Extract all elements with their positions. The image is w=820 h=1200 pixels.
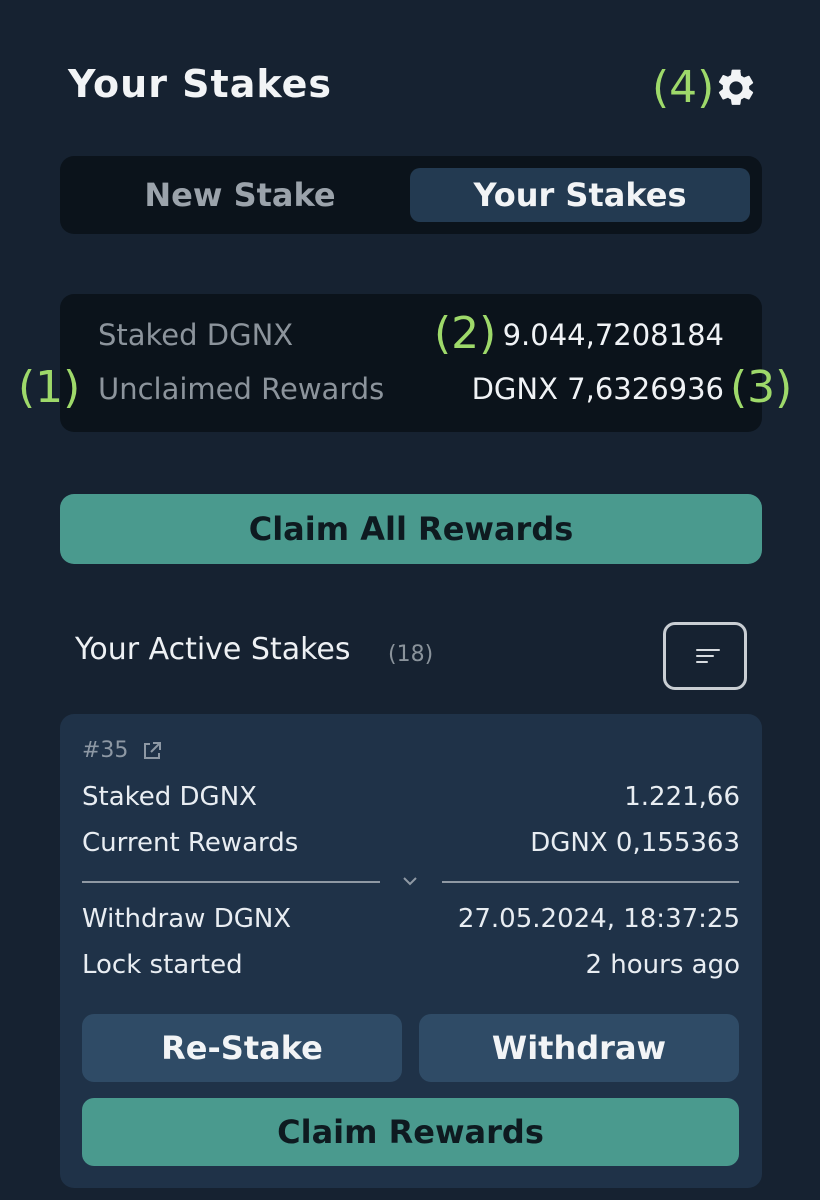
chevron-down-icon[interactable] xyxy=(400,874,420,888)
tab-new-stake[interactable]: New Stake xyxy=(70,168,410,222)
stake-id: #35 xyxy=(82,738,129,763)
external-link-icon[interactable] xyxy=(142,741,162,761)
active-stakes-title: Your Active Stakes xyxy=(75,632,351,667)
stake-tabs: New Stake Your Stakes xyxy=(60,156,762,234)
annotation-2: (2) xyxy=(434,308,497,359)
stake-rewards-label: Current Rewards xyxy=(82,828,299,858)
withdraw-dgnx-value: 27.05.2024, 18:37:25 xyxy=(457,904,740,934)
restake-button[interactable]: Re-Stake xyxy=(82,1014,402,1082)
divider-right xyxy=(442,881,739,883)
stake-staked-label: Staked DGNX xyxy=(82,782,257,812)
withdraw-button[interactable]: Withdraw xyxy=(419,1014,739,1082)
annotation-1: (1) xyxy=(18,362,81,413)
withdraw-dgnx-label: Withdraw DGNX xyxy=(82,904,292,934)
lock-started-label: Lock started xyxy=(82,950,243,980)
tab-your-stakes[interactable]: Your Stakes xyxy=(410,168,750,222)
claim-rewards-button[interactable]: Claim Rewards xyxy=(82,1098,739,1166)
gear-icon[interactable] xyxy=(714,66,758,110)
stakes-summary: Staked DGNX 9.044,7208184 Unclaimed Rewa… xyxy=(60,294,762,432)
divider-left xyxy=(82,881,380,883)
annotation-3: (3) xyxy=(730,362,793,413)
staked-dgnx-value: 9.044,7208184 xyxy=(502,318,724,352)
staked-dgnx-label: Staked DGNX xyxy=(98,318,294,352)
lock-started-value: 2 hours ago xyxy=(585,950,740,980)
unclaimed-rewards-value: DGNX 7,6326936 xyxy=(471,372,724,406)
annotation-4: (4) xyxy=(652,62,715,113)
claim-all-rewards-button[interactable]: Claim All Rewards xyxy=(60,494,762,564)
stake-staked-value: 1.221,66 xyxy=(624,782,740,812)
page-title: Your Stakes xyxy=(68,62,332,106)
active-stakes-count: (18) xyxy=(388,642,434,667)
stake-rewards-value: DGNX 0,155363 xyxy=(530,828,740,858)
stake-card: #35 Staked DGNX 1.221,66 Current Rewards… xyxy=(60,714,762,1188)
unclaimed-rewards-label: Unclaimed Rewards xyxy=(98,372,385,406)
sort-button[interactable] xyxy=(663,622,747,690)
